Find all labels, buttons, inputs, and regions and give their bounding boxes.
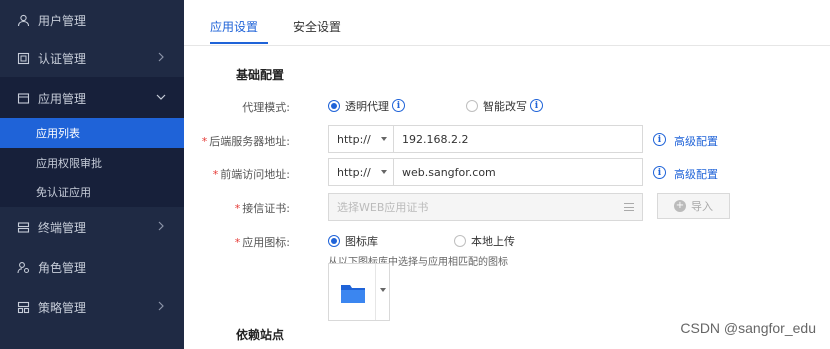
tab-security-settings[interactable]: 安全设置 (293, 18, 341, 35)
sidebar: 用户管理 认证管理 应用管理 应用列表 应用权限审批 免认证应用 终端管理 角色… (0, 0, 184, 349)
info-icon[interactable]: i (392, 99, 405, 112)
icon-picker[interactable] (328, 263, 390, 321)
proxy-mode-label: 代理模式: (242, 101, 290, 114)
sidebar-item-auth[interactable]: 认证管理 (0, 38, 184, 78)
chevron-right-icon (154, 50, 168, 64)
info-icon[interactable]: i (530, 99, 543, 112)
sidebar-item-label: 策略管理 (38, 300, 87, 315)
sidebar-subitem-label: 应用权限审批 (36, 157, 102, 170)
backend-protocol-select[interactable]: http:// (328, 125, 394, 153)
button-label: 导入 (691, 200, 713, 213)
radio-label: 本地上传 (471, 235, 515, 248)
frontend-address-label: * 前端访问地址: (170, 166, 290, 182)
required-asterisk: * (212, 168, 219, 181)
radio-dot (466, 100, 478, 112)
input-value: 192.168.2.2 (402, 132, 469, 146)
backend-address-input[interactable]: 192.168.2.2 (393, 125, 643, 153)
sidebar-item-label: 终端管理 (38, 220, 87, 235)
required-asterisk: * (201, 135, 208, 148)
main-content: 应用设置 安全设置 基础配置 代理模式: 透明代理 i 智能改写 i * 后端服务… (184, 0, 830, 349)
required-asterisk: * (234, 236, 241, 249)
caret-down-icon (381, 137, 387, 141)
label-text: 接信证书: (242, 202, 290, 215)
sidebar-item-roles[interactable]: 角色管理 (0, 247, 184, 287)
sidebar-subitem-label: 免认证应用 (36, 186, 91, 199)
input-placeholder: 选择WEB应用证书 (337, 201, 429, 214)
backend-advanced-config-link[interactable]: 高级配置 (674, 133, 718, 149)
label-text: 前端访问地址: (220, 168, 290, 181)
picker-divider (375, 264, 376, 320)
radio-icon-library[interactable]: 图标库 (328, 233, 378, 249)
chevron-right-icon (154, 219, 168, 233)
caret-down-icon (380, 288, 386, 292)
tab-bar: 应用设置 安全设置 (184, 0, 830, 46)
radio-transparent-proxy[interactable]: 透明代理 (328, 98, 389, 114)
label-text: 后端服务器地址: (209, 135, 290, 148)
plus-circle-icon: + (674, 200, 686, 212)
frontend-advanced-config-link[interactable]: 高级配置 (674, 166, 718, 182)
folder-icon (341, 285, 365, 303)
chevron-down-icon (154, 90, 168, 104)
backend-address-label: * 后端服务器地址: (170, 133, 290, 149)
radio-smart-rewrite[interactable]: 智能改写 (466, 98, 527, 114)
sidebar-subitem-no-auth-apps[interactable]: 免认证应用 (0, 177, 184, 207)
section-title-dependent-sites: 依赖站点 (236, 328, 285, 342)
policy-icon (16, 300, 30, 314)
section-title-basic: 基础配置 (236, 68, 285, 82)
certificate-label: * 接信证书: (170, 200, 290, 216)
radio-dot-checked (328, 235, 340, 247)
tab-app-settings[interactable]: 应用设置 (210, 18, 258, 35)
frontend-address-input[interactable]: web.sangfor.com (393, 158, 643, 186)
required-asterisk: * (234, 202, 241, 215)
caret-down-icon (381, 170, 387, 174)
sidebar-subitem-app-approval[interactable]: 应用权限审批 (0, 148, 184, 178)
sidebar-item-label: 用户管理 (38, 13, 87, 28)
select-value: http:// (337, 132, 371, 146)
certificate-select[interactable]: 选择WEB应用证书 (328, 193, 643, 221)
sidebar-item-label: 认证管理 (38, 51, 87, 66)
radio-label: 图标库 (345, 235, 378, 248)
chevron-right-icon (154, 299, 168, 313)
sidebar-item-apps[interactable]: 应用管理 (0, 78, 184, 118)
radio-label: 透明代理 (345, 100, 389, 113)
input-value: web.sangfor.com (402, 165, 496, 179)
radio-dot-checked (328, 100, 340, 112)
app-icon (16, 91, 30, 105)
terminal-icon (16, 220, 30, 234)
radio-label: 智能改写 (483, 100, 527, 113)
select-value: http:// (337, 165, 371, 179)
watermark: CSDN @sangfor_edu (680, 320, 816, 336)
frontend-protocol-select[interactable]: http:// (328, 158, 394, 186)
app-icon-label: * 应用图标: (170, 234, 290, 250)
info-icon[interactable]: i (653, 166, 666, 179)
radio-dot (454, 235, 466, 247)
user-icon (16, 13, 30, 27)
role-icon (16, 260, 30, 274)
sidebar-subitem-label: 应用列表 (36, 127, 80, 140)
sidebar-item-policies[interactable]: 策略管理 (0, 287, 184, 327)
radio-local-upload[interactable]: 本地上传 (454, 233, 515, 249)
auth-icon (16, 51, 30, 65)
list-icon (624, 203, 634, 211)
sidebar-item-label: 角色管理 (38, 260, 87, 275)
sidebar-item-label: 应用管理 (38, 91, 87, 106)
label-text: 应用图标: (242, 236, 290, 249)
active-tab-indicator (210, 42, 268, 44)
import-certificate-button[interactable]: + 导入 (657, 193, 730, 219)
info-icon[interactable]: i (653, 133, 666, 146)
sidebar-item-terminals[interactable]: 终端管理 (0, 207, 184, 247)
sidebar-item-users[interactable]: 用户管理 (0, 0, 184, 40)
sidebar-subitem-app-list[interactable]: 应用列表 (0, 118, 184, 148)
